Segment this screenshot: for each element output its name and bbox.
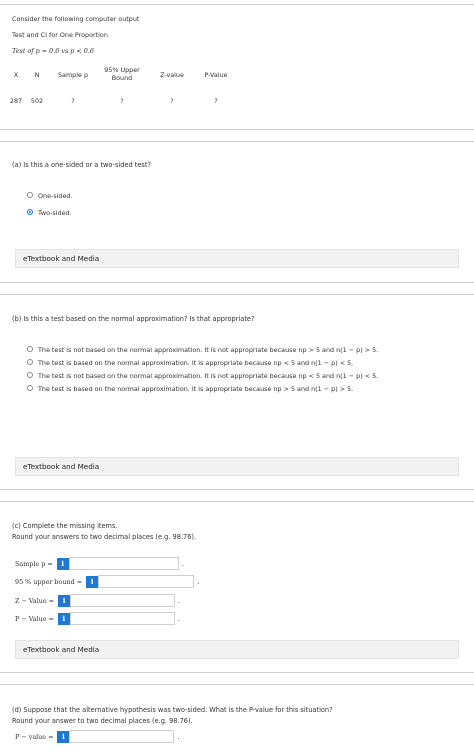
two-sided-p-value-input[interactable]	[69, 730, 175, 743]
period-mark: .	[181, 559, 184, 568]
radio-b-1[interactable]	[27, 346, 33, 352]
question-a: (a) Is this a one-sided or a two-sided t…	[12, 161, 151, 169]
radio-b-3[interactable]	[27, 372, 33, 378]
output-title: Test and CI for One Proportion	[12, 31, 108, 39]
field-row-sample-p: Sample p = i .	[15, 557, 184, 570]
col-header-sample-p: Sample p	[57, 71, 89, 79]
cell-sample-p: ?	[71, 97, 75, 105]
field-label: Z − Value =	[15, 596, 55, 605]
cell-z-value: ?	[170, 97, 174, 105]
col-header-p-value: P-Value	[204, 71, 228, 79]
section-divider	[0, 129, 474, 130]
period-mark: .	[177, 614, 181, 623]
upper-bound-input[interactable]	[98, 575, 195, 588]
question-d: (d) Suppose that the alternative hypothe…	[12, 706, 333, 714]
section-divider	[0, 501, 474, 502]
section-divider	[0, 294, 474, 295]
z-value-input[interactable]	[70, 594, 176, 607]
field-label: P − Value =	[15, 614, 54, 623]
section-divider	[0, 489, 474, 490]
option-b-1[interactable]: The test is not based on the normal appr…	[27, 346, 378, 354]
option-b-3[interactable]: The test is not based on the normal appr…	[27, 372, 378, 380]
sample-p-input[interactable]	[68, 557, 179, 570]
cell-n: 502	[30, 97, 44, 105]
field-row-p-value: P − Value = i .	[15, 612, 180, 625]
info-icon[interactable]: i	[58, 594, 71, 607]
info-icon[interactable]: i	[57, 612, 70, 625]
info-icon[interactable]: i	[56, 557, 69, 570]
section-divider	[0, 684, 474, 685]
intro-line: Consider the following computer output	[12, 15, 140, 23]
col-header-x: X	[13, 71, 19, 79]
option-b-2[interactable]: The test is based on the normal approxim…	[27, 359, 353, 367]
test-statement: Test of p = 0.6 vs p < 0.6	[12, 47, 94, 55]
option-label: One-sided.	[38, 192, 73, 200]
option-label: The test is not based on the normal appr…	[38, 372, 379, 380]
radio-b-2[interactable]	[27, 359, 33, 365]
option-b-4[interactable]: The test is based on the normal approxim…	[27, 385, 353, 393]
radio-one-sided[interactable]	[27, 192, 33, 198]
col-header-z-value: Z-value	[160, 71, 184, 79]
period-mark: .	[178, 596, 181, 605]
section-divider	[0, 282, 474, 283]
rounding-instruction: Round your answers to two decimal places…	[12, 533, 197, 541]
option-two-sided[interactable]: Two-sided.	[27, 209, 72, 217]
rounding-instruction-d: Round your answer to two decimal places …	[12, 717, 193, 725]
test-statement-text: Test of p = 0.6 vs p < 0.6	[12, 47, 94, 55]
radio-two-sided-selected[interactable]	[27, 209, 33, 215]
field-label: P − value =	[15, 732, 54, 741]
period-mark: .	[177, 732, 180, 741]
section-divider	[0, 672, 474, 673]
section-divider	[0, 141, 474, 142]
etextbook-link-c[interactable]: eTextbook and Media	[15, 640, 459, 659]
cell-upper-bound: ?	[120, 97, 124, 105]
etextbook-link-a[interactable]: eTextbook and Media	[15, 249, 459, 268]
cell-x: 287	[9, 97, 23, 105]
field-row-upper-bound: 95 % upper bound = i .	[15, 575, 199, 588]
radio-b-4[interactable]	[27, 385, 33, 391]
col-header-n: N	[34, 71, 40, 79]
option-label: The test is based on the normal approxim…	[38, 385, 354, 393]
cell-p-value: ?	[214, 97, 218, 105]
info-icon[interactable]: i	[57, 730, 70, 743]
field-row-z-value: Z − Value = i .	[15, 594, 180, 607]
field-label: Sample p =	[15, 559, 53, 568]
top-divider	[0, 4, 474, 5]
question-b: (b) Is this a test based on the normal a…	[12, 315, 255, 323]
option-label: The test is not based on the normal appr…	[38, 346, 379, 354]
col-header-upper-bound: 95% Upper Bound	[104, 66, 140, 82]
info-icon[interactable]: i	[86, 575, 99, 588]
option-one-sided[interactable]: One-sided.	[27, 192, 73, 200]
option-label: The test is based on the normal approxim…	[38, 359, 354, 367]
field-row-two-sided-p: P − value = i .	[15, 730, 180, 743]
option-label: Two-sided.	[38, 209, 72, 217]
period-mark: .	[197, 577, 200, 586]
etextbook-link-b[interactable]: eTextbook and Media	[15, 457, 459, 476]
field-label: 95 % upper bound =	[15, 577, 83, 586]
p-value-input[interactable]	[69, 612, 175, 625]
question-c: (c) Complete the missing items.	[12, 522, 118, 530]
